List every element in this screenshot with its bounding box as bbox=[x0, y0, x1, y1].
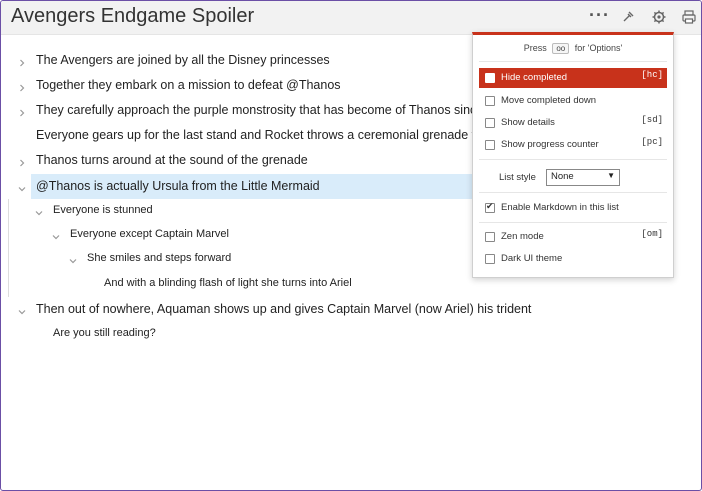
option-show-details[interactable]: Show details [sd] bbox=[479, 113, 667, 133]
option-label: Zen mode bbox=[501, 231, 544, 242]
option-enable-markdown[interactable]: Enable Markdown in this list bbox=[479, 198, 667, 218]
option-shortcut: [hc] bbox=[641, 70, 663, 80]
checkbox[interactable] bbox=[485, 201, 495, 213]
page-title: Avengers Endgame Spoiler bbox=[11, 5, 255, 27]
option-label: Show progress counter bbox=[501, 139, 599, 150]
options-panel: Press oo for 'Options' Hide completed [h… bbox=[472, 32, 674, 278]
option-shortcut: [sd] bbox=[641, 115, 663, 125]
option-label: Enable Markdown in this list bbox=[501, 202, 619, 213]
outline-item-text: They carefully approach the purple monst… bbox=[36, 103, 511, 117]
divider bbox=[479, 192, 667, 193]
pin-icon[interactable] bbox=[620, 9, 636, 25]
chevron-down-icon[interactable] bbox=[17, 304, 27, 315]
outline-item-text: @Thanos is actually Ursula from the Litt… bbox=[36, 179, 320, 193]
options-hint: Press oo for 'Options' bbox=[473, 43, 673, 54]
outline-item-text: Together they embark on a mission to def… bbox=[36, 78, 341, 92]
outline-item-text: Then out of nowhere, Aquaman shows up an… bbox=[36, 302, 532, 316]
option-label: Show details bbox=[501, 117, 555, 128]
chevron-right-icon[interactable] bbox=[17, 55, 27, 67]
option-label: Move completed down bbox=[501, 95, 597, 106]
chevron-right-icon[interactable] bbox=[17, 80, 27, 92]
checkbox[interactable] bbox=[485, 96, 495, 106]
app-window: Avengers Endgame Spoiler ··· The Avenger… bbox=[0, 0, 702, 491]
outline-item-text: Everyone gears up for the last stand and… bbox=[36, 128, 510, 142]
list-style-select[interactable]: None ▼ bbox=[546, 169, 620, 186]
chevron-down-icon: ▼ bbox=[607, 171, 615, 180]
option-dark-ui-theme[interactable]: Dark UI theme bbox=[479, 249, 667, 269]
outline-item-text: And with a blinding flash of light she t… bbox=[104, 277, 352, 289]
divider bbox=[479, 222, 667, 223]
list-style-label: List style bbox=[499, 172, 536, 183]
header-bar: Avengers Endgame Spoiler ··· bbox=[1, 1, 701, 35]
outline-item-text: Are you still reading? bbox=[53, 327, 156, 339]
chevron-right-icon[interactable] bbox=[17, 155, 27, 167]
option-zen-mode[interactable]: Zen mode [om] bbox=[479, 227, 667, 247]
outline-item-text: Everyone except Captain Marvel bbox=[70, 228, 229, 240]
checkbox[interactable] bbox=[485, 140, 495, 150]
gear-icon[interactable] bbox=[651, 9, 667, 25]
option-shortcut: [pc] bbox=[641, 137, 663, 147]
chevron-down-icon[interactable] bbox=[17, 181, 27, 192]
outline-item-text: The Avengers are joined by all the Disne… bbox=[36, 53, 330, 67]
indent-guide bbox=[8, 199, 9, 297]
option-move-completed-down[interactable]: Move completed down bbox=[479, 91, 667, 111]
divider bbox=[479, 159, 667, 160]
option-hide-completed[interactable]: Hide completed [hc] bbox=[479, 68, 667, 88]
option-shortcut: [om] bbox=[641, 229, 663, 239]
more-dots-icon[interactable]: ··· bbox=[589, 5, 609, 25]
checkbox[interactable] bbox=[485, 232, 495, 242]
option-label: Hide completed bbox=[501, 72, 568, 83]
chevron-down-icon[interactable] bbox=[51, 229, 61, 240]
chevron-down-icon[interactable] bbox=[68, 253, 78, 264]
divider bbox=[479, 61, 667, 62]
outline-item-text: Everyone is stunned bbox=[53, 204, 153, 216]
outline-item-text: She smiles and steps forward bbox=[87, 252, 232, 264]
option-show-progress-counter[interactable]: Show progress counter [pc] bbox=[479, 135, 667, 155]
checkbox[interactable] bbox=[485, 73, 495, 83]
checkbox[interactable] bbox=[485, 254, 495, 264]
option-label: Dark UI theme bbox=[501, 253, 563, 264]
outline-item-text: Thanos turns around at the sound of the … bbox=[36, 153, 308, 167]
checkbox[interactable] bbox=[485, 118, 495, 128]
hint-suffix: for 'Options' bbox=[574, 43, 623, 53]
print-icon[interactable] bbox=[681, 9, 697, 25]
hint-prefix: Press bbox=[523, 43, 547, 53]
chevron-right-icon[interactable] bbox=[17, 105, 27, 117]
list-style-value: None bbox=[551, 171, 574, 182]
chevron-down-icon[interactable] bbox=[34, 205, 44, 216]
hint-key: oo bbox=[552, 43, 570, 54]
